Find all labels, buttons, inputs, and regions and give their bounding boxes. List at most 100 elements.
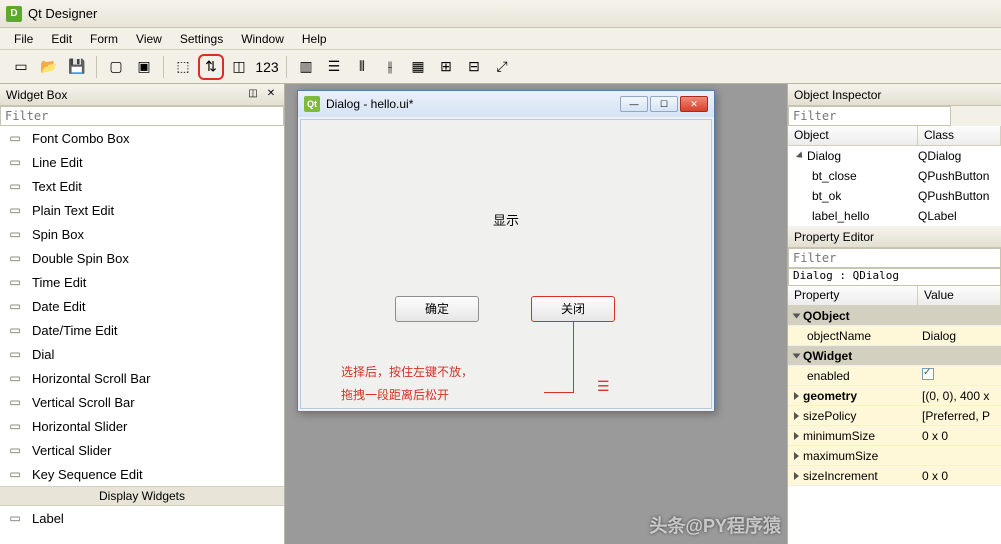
tree-row[interactable]: label_helloQLabel [788, 206, 1001, 226]
menu-window[interactable]: Window [233, 30, 292, 48]
label-hello[interactable]: 显示 [493, 210, 519, 229]
object-inspector-filter[interactable] [788, 106, 951, 126]
col-property[interactable]: Property [788, 286, 918, 305]
expand-icon[interactable] [796, 151, 805, 160]
new-form-icon[interactable]: ▭ [8, 54, 34, 80]
property-editor-panel: Property Editor Dialog : QDialog Propert… [788, 226, 1001, 544]
property-row[interactable]: sizePolicy[Preferred, P [788, 406, 1001, 426]
dialog-title: Dialog - hello.ui* [326, 97, 413, 111]
widget-item[interactable]: ▭Key Sequence Edit [0, 462, 284, 486]
col-value[interactable]: Value [918, 286, 1001, 305]
widget-label: Horizontal Scroll Bar [32, 371, 151, 386]
edit-signals-icon[interactable]: ⇅ [198, 54, 224, 80]
widget-box-panel: Widget Box ◫ ✕ ▭Font Combo Box▭Line Edit… [0, 84, 285, 544]
widget-category[interactable]: Display Widgets [0, 486, 284, 506]
widget-list[interactable]: ▭Font Combo Box▭Line Edit▭Text Edit▭Plai… [0, 126, 284, 544]
object-tree[interactable]: Object Class DialogQDialogbt_closeQPushB… [788, 126, 1001, 226]
expand-icon[interactable] [794, 472, 799, 480]
expand-icon[interactable] [793, 313, 801, 318]
menu-form[interactable]: Form [82, 30, 126, 48]
ok-button[interactable]: 确定 [395, 296, 479, 322]
tree-row[interactable]: bt_closeQPushButton [788, 166, 1001, 186]
property-row[interactable]: objectNameDialog [788, 326, 1001, 346]
property-row[interactable]: enabled [788, 366, 1001, 386]
date-icon: ▭ [6, 298, 24, 314]
save-icon[interactable]: 💾 [64, 54, 90, 80]
checkbox-icon[interactable] [922, 368, 934, 380]
expand-icon[interactable] [794, 392, 799, 400]
undock-icon[interactable]: ◫ [246, 88, 260, 102]
property-value[interactable]: 0 x 0 [918, 429, 1001, 443]
menu-edit[interactable]: Edit [43, 30, 80, 48]
col-object[interactable]: Object [788, 126, 918, 145]
tree-class: QPushButton [918, 169, 1001, 183]
property-table[interactable]: Property Value QObjectobjectNameDialog QW… [788, 286, 1001, 544]
widget-item[interactable]: ▭Horizontal Scroll Bar [0, 366, 284, 390]
property-value[interactable] [918, 368, 1001, 383]
layout-v-icon[interactable]: ☰ [321, 54, 347, 80]
property-editor-header: Property Editor [788, 226, 1001, 248]
property-value[interactable]: 0 x 0 [918, 469, 1001, 483]
menu-view[interactable]: View [128, 30, 170, 48]
break-layout-icon[interactable]: ⊟ [461, 54, 487, 80]
expand-icon[interactable] [794, 432, 799, 440]
group-label: QWidget [803, 349, 852, 363]
layout-v-split-icon[interactable]: ⫲ [377, 54, 403, 80]
property-row[interactable]: maximumSize [788, 446, 1001, 466]
tree-row[interactable]: bt_okQPushButton [788, 186, 1001, 206]
property-value[interactable]: Dialog [918, 329, 1001, 343]
dialog-window[interactable]: Qt Dialog - hello.ui* — ☐ ✕ 显示 确定 关闭 选择后… [297, 90, 715, 412]
widget-item[interactable]: ▭Date/Time Edit [0, 318, 284, 342]
widget-item[interactable]: ▭Vertical Slider [0, 438, 284, 462]
property-value[interactable]: [Preferred, P [918, 409, 1001, 423]
property-row[interactable]: sizeIncrement0 x 0 [788, 466, 1001, 486]
send-back-icon[interactable]: ▢ [103, 54, 129, 80]
widget-item[interactable]: ▭Time Edit [0, 270, 284, 294]
widget-item[interactable]: ▭Line Edit [0, 150, 284, 174]
dialog-form[interactable]: 显示 确定 关闭 选择后，按住左键不放， 拖拽一段距离后松开 ☰ [300, 119, 712, 409]
widget-item[interactable]: ▭Plain Text Edit [0, 198, 284, 222]
dialog-titlebar[interactable]: Qt Dialog - hello.ui* — ☐ ✕ [298, 91, 714, 117]
bring-front-icon[interactable]: ▣ [131, 54, 157, 80]
expand-icon[interactable] [794, 412, 799, 420]
edit-buddies-icon[interactable]: ◫ [226, 54, 252, 80]
layout-grid-icon[interactable]: ▦ [405, 54, 431, 80]
widget-box-filter[interactable] [0, 106, 284, 126]
widget-item[interactable]: ▭Date Edit [0, 294, 284, 318]
expand-icon[interactable] [794, 452, 799, 460]
property-group[interactable]: QWidget [788, 346, 1001, 366]
font-icon: ▭ [6, 130, 24, 146]
property-editor-filter[interactable] [788, 248, 1001, 268]
layout-h-split-icon[interactable]: ⫴ [349, 54, 375, 80]
widget-item[interactable]: ▭Spin Box [0, 222, 284, 246]
widget-item[interactable]: ▭Font Combo Box [0, 126, 284, 150]
cancel-button[interactable]: 关闭 [531, 296, 615, 322]
tree-row[interactable]: DialogQDialog [788, 146, 1001, 166]
widget-item[interactable]: ▭Label [0, 506, 284, 530]
menu-settings[interactable]: Settings [172, 30, 231, 48]
widget-item[interactable]: ▭Dial [0, 342, 284, 366]
property-row[interactable]: geometry[(0, 0), 400 x [788, 386, 1001, 406]
property-value[interactable]: [(0, 0), 400 x [918, 389, 1001, 403]
menu-file[interactable]: File [6, 30, 41, 48]
widget-item[interactable]: ▭Double Spin Box [0, 246, 284, 270]
widget-item[interactable]: ▭Vertical Scroll Bar [0, 390, 284, 414]
layout-h-icon[interactable]: ▥ [293, 54, 319, 80]
maximize-button[interactable]: ☐ [650, 96, 678, 112]
widget-item[interactable]: ▭Text Edit [0, 174, 284, 198]
menu-help[interactable]: Help [294, 30, 335, 48]
property-row[interactable]: minimumSize0 x 0 [788, 426, 1001, 446]
edit-tab-order-icon[interactable]: 123 [254, 54, 280, 80]
open-icon[interactable]: 📂 [36, 54, 62, 80]
adjust-size-icon[interactable]: ⤢ [489, 54, 515, 80]
property-group[interactable]: QObject [788, 306, 1001, 326]
tree-class: QPushButton [918, 189, 1001, 203]
close-panel-icon[interactable]: ✕ [264, 88, 278, 102]
minimize-button[interactable]: — [620, 96, 648, 112]
close-button[interactable]: ✕ [680, 96, 708, 112]
layout-form-icon[interactable]: ⊞ [433, 54, 459, 80]
edit-widgets-icon[interactable]: ⬚ [170, 54, 196, 80]
col-class[interactable]: Class [918, 126, 1001, 145]
widget-item[interactable]: ▭Horizontal Slider [0, 414, 284, 438]
expand-icon[interactable] [793, 353, 801, 358]
